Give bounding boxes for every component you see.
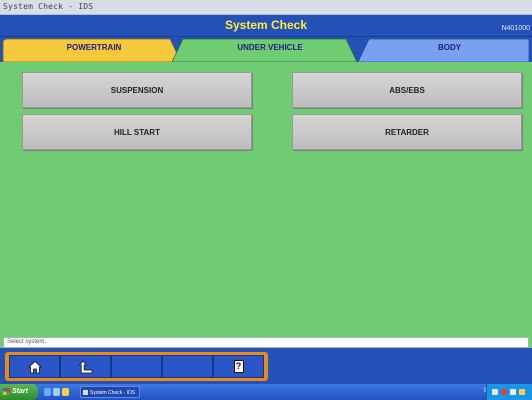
start-button[interactable]: Start [0,384,38,400]
taskbar-item-system-check[interactable]: System Check - IDS [80,386,140,398]
app-icon [83,390,88,395]
window-title: System Check - IDS [3,2,94,11]
home-button[interactable] [9,355,60,378]
desktop-icon[interactable] [44,388,51,396]
help-button[interactable]: ? [213,355,264,378]
toolbar-panel: ? [5,352,268,381]
bottom-toolbar: ? [0,348,532,384]
retarder-button[interactable]: RETARDER [292,114,522,150]
taskbar-item-label: System Check - IDS [90,390,136,396]
network-icon[interactable] [492,389,498,395]
tab-body[interactable]: BODY [372,43,527,52]
help-icon: ? [233,360,244,373]
toolbar-slot-3[interactable] [111,355,162,378]
explorer-icon[interactable] [53,388,60,396]
status-line: Select system. [3,337,529,348]
security-icon[interactable] [501,389,507,395]
screen-code: N401000 [501,25,530,32]
browser-icon[interactable] [62,388,69,396]
window-titlebar: System Check - IDS [0,0,532,15]
abs-ebs-button[interactable]: ABS/EBS [292,72,522,108]
system-list-area: SUSPENSION ABS/EBS HILL START RETARDER [0,62,532,336]
volume-icon[interactable] [510,389,516,395]
windows-taskbar: Start System Check - IDS EN [0,384,532,400]
category-tabs: POWERTRAIN UNDER VEHICLE BODY [0,37,532,62]
hill-start-button[interactable]: HILL START [22,114,252,150]
windows-flag-icon [3,388,10,395]
page-title: System Check [224,18,308,32]
start-label: Start [12,388,28,395]
tab-powertrain[interactable]: POWERTRAIN [20,43,168,52]
toolbar-slot-4[interactable] [162,355,213,378]
back-arrow-icon [78,359,92,373]
suspension-button[interactable]: SUSPENSION [22,72,252,108]
notification-icon[interactable] [519,389,525,395]
app-header: System Check N401000 [0,15,532,37]
tab-under-vehicle[interactable]: UNDER VEHICLE [190,43,350,52]
system-tray [486,384,532,400]
back-button[interactable] [60,355,111,378]
home-icon [27,360,42,373]
